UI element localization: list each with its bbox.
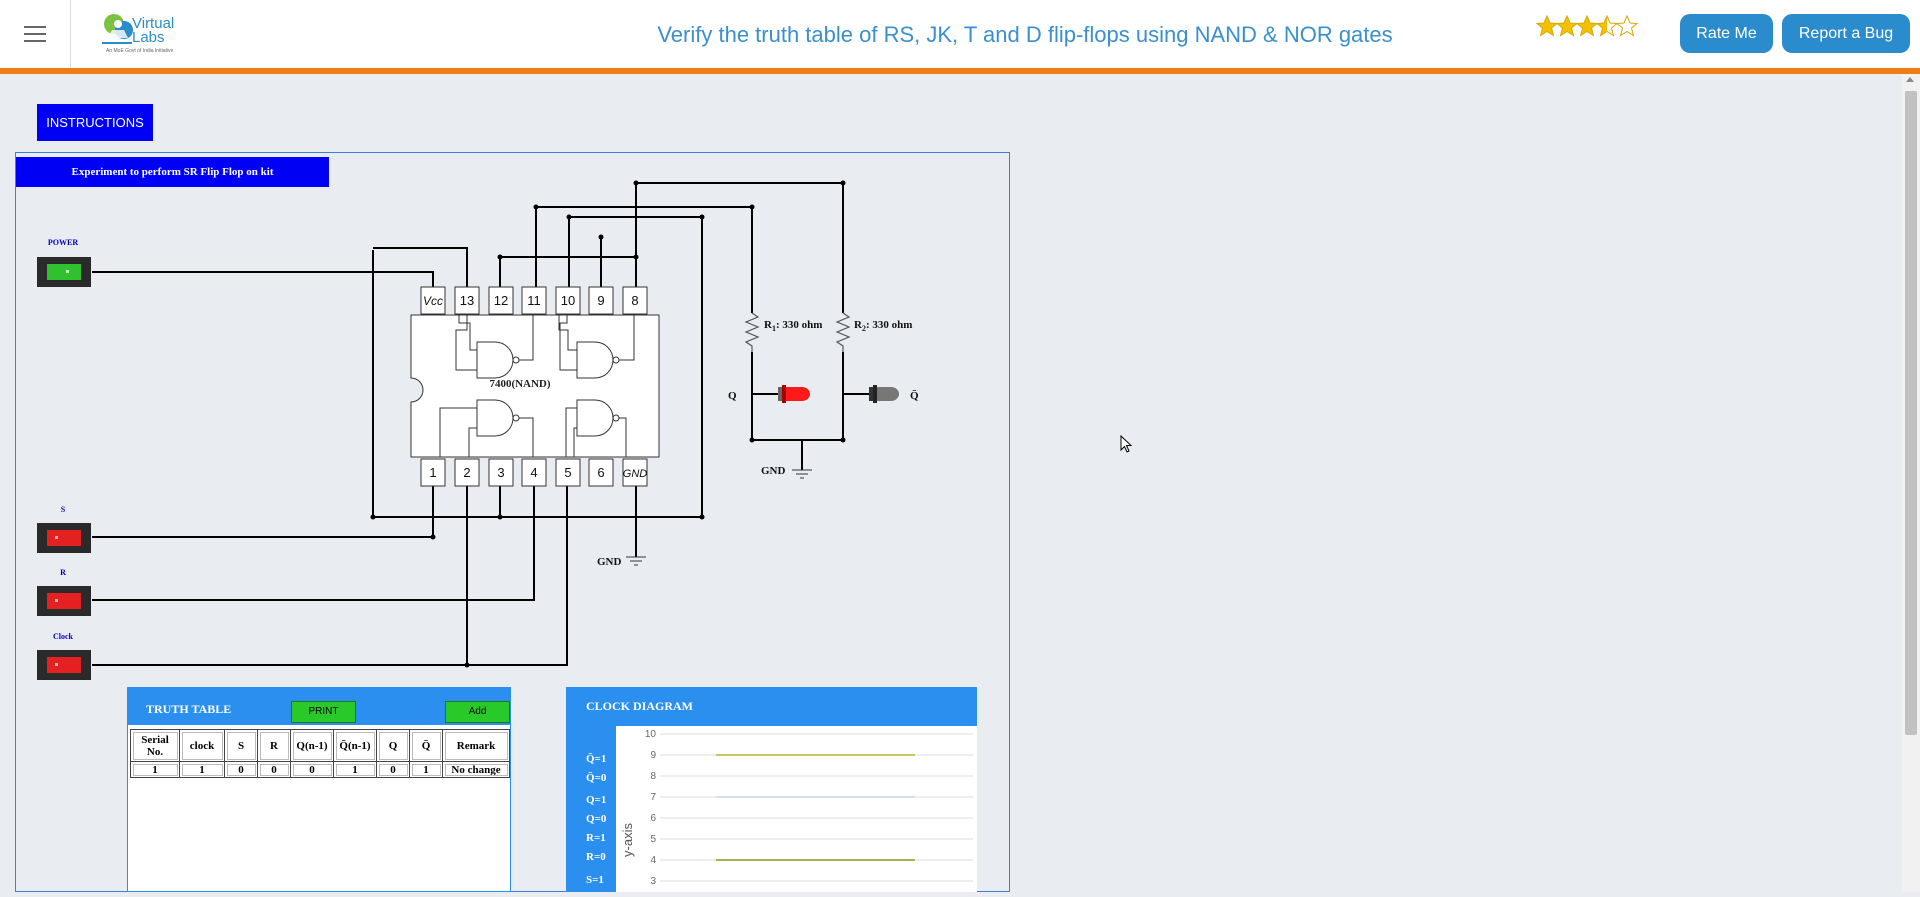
chip-top-pins: Vcc 13 12 11 10 9 8 — [420, 286, 648, 315]
row-label-qbar0: Q̄=0 — [586, 772, 607, 784]
row-label-q0: Q=0 — [586, 813, 607, 825]
pin-6: 6 — [597, 465, 604, 480]
r1-label: R1: 330 ohm — [764, 319, 822, 333]
pin-13: 13 — [460, 293, 474, 308]
truth-table-title: TRUTH TABLE — [146, 702, 232, 716]
col-r: R — [257, 729, 291, 762]
y-tick: 9 — [650, 750, 656, 761]
r-switch[interactable] — [37, 586, 91, 616]
power-switch-label: POWER — [48, 238, 78, 247]
row-label-q1: Q=1 — [586, 794, 607, 806]
col-remark: Remark — [442, 729, 510, 762]
pin-11: 11 — [527, 293, 541, 308]
r-switch-label: R — [60, 568, 66, 577]
y-tick: 8 — [650, 771, 656, 782]
truth-table-panel: TRUTH TABLE PRINT Add Serial No. clock S… — [127, 687, 511, 892]
table-cell: 0 — [290, 761, 334, 778]
power-switch[interactable] — [37, 257, 91, 287]
clock-diagram-chart: y-axis 10 9 8 7 6 5 4 3 — [620, 729, 973, 887]
rate-me-button[interactable]: Rate Me — [1680, 14, 1773, 53]
y-tick: 3 — [650, 876, 656, 887]
pin-gnd: GND — [623, 468, 648, 480]
add-button[interactable]: Add — [445, 701, 510, 723]
col-q: Q — [376, 729, 410, 762]
y-tick: 10 — [645, 729, 657, 740]
table-cell: 1 — [179, 761, 225, 778]
cursor-icon — [1120, 435, 1133, 453]
scroll-up-arrow-icon[interactable] — [1906, 77, 1914, 82]
y-tick: 4 — [650, 855, 656, 866]
row-label-r1: R=1 — [586, 832, 606, 844]
table-cell: No change — [442, 761, 510, 778]
pin-9: 9 — [597, 293, 604, 308]
led-qbar-label: Q̄ — [910, 390, 919, 402]
truth-table: Serial No. clock S R Q(n-1) Q̄(n-1) Q Q̄… — [130, 729, 510, 778]
col-qbar-prev: Q̄(n-1) — [333, 729, 377, 762]
table-cell: 1 — [130, 761, 180, 778]
table-cell: 1 — [409, 761, 443, 778]
led-q-label: Q — [728, 390, 737, 402]
chip-bottom-pins: 1 2 3 4 5 6 GND — [420, 458, 648, 487]
col-qbar: Q̄ — [409, 729, 443, 762]
pin-5: 5 — [564, 465, 571, 480]
star-rating[interactable] — [1535, 14, 1640, 46]
nand-chip: 7400(NAND) — [410, 314, 660, 458]
truth-table-header-row: Serial No. clock S R Q(n-1) Q̄(n-1) Q Q̄… — [130, 729, 510, 762]
table-cell: 0 — [376, 761, 410, 778]
pin-8: 8 — [631, 293, 638, 308]
print-button[interactable]: PRINT — [291, 701, 356, 723]
ground-symbol-led: GND — [761, 465, 812, 479]
s-switch[interactable] — [37, 523, 91, 553]
y-tick: 6 — [650, 813, 656, 824]
row-label-r0: R=0 — [586, 851, 606, 863]
clock-diagram-plot: y-axis 10 9 8 7 6 5 4 3 — [616, 726, 977, 892]
gnd-chip-label: GND — [597, 556, 622, 568]
row-label-qbar1: Q̄=1 — [586, 753, 607, 765]
table-cell: 0 — [224, 761, 258, 778]
table-row: 1 1 0 0 0 1 0 1 No change — [130, 761, 510, 778]
star-icons — [1535, 14, 1639, 37]
col-q-prev: Q(n-1) — [290, 729, 334, 762]
pin-2: 2 — [463, 465, 470, 480]
y-axis-label: y-axis — [620, 823, 635, 857]
led-q-icon — [752, 385, 810, 403]
clock-diagram-title: CLOCK DIAGRAM — [586, 699, 693, 713]
col-serial: Serial No. — [130, 729, 180, 762]
chip-name: 7400(NAND) — [489, 378, 550, 390]
pin-1: 1 — [429, 465, 436, 480]
clock-diagram-panel: CLOCK DIAGRAM Q̄=1 Q̄=0 Q=1 Q=0 R=1 R=0 … — [566, 687, 977, 892]
clock-switch-label: Clock — [53, 632, 74, 641]
col-s: S — [224, 729, 258, 762]
gridlines — [660, 733, 973, 882]
pin-vcc: Vcc — [423, 294, 443, 308]
led-qbar-icon — [843, 385, 899, 403]
col-clock: clock — [179, 729, 225, 762]
r2-label: R2: 330 ohm — [854, 319, 912, 333]
clock-switch[interactable] — [37, 650, 91, 680]
s-switch-label: S — [61, 505, 66, 514]
row-label-s1: S=1 — [586, 874, 604, 886]
truth-table-header: TRUTH TABLE PRINT Add — [128, 688, 510, 725]
y-tick: 5 — [650, 834, 656, 845]
report-bug-button[interactable]: Report a Bug — [1782, 14, 1910, 53]
scrollbar-thumb[interactable] — [1905, 91, 1917, 735]
pin-4: 4 — [530, 465, 537, 480]
table-cell: 1 — [333, 761, 377, 778]
vertical-scrollbar[interactable] — [1902, 74, 1920, 892]
pin-12: 12 — [494, 293, 508, 308]
pin-10: 10 — [561, 293, 575, 308]
table-cell: 0 — [257, 761, 291, 778]
pin-3: 3 — [497, 465, 504, 480]
y-tick: 7 — [650, 792, 656, 803]
gnd-led-label: GND — [761, 465, 786, 477]
ground-symbol-chip: GND — [597, 556, 646, 568]
